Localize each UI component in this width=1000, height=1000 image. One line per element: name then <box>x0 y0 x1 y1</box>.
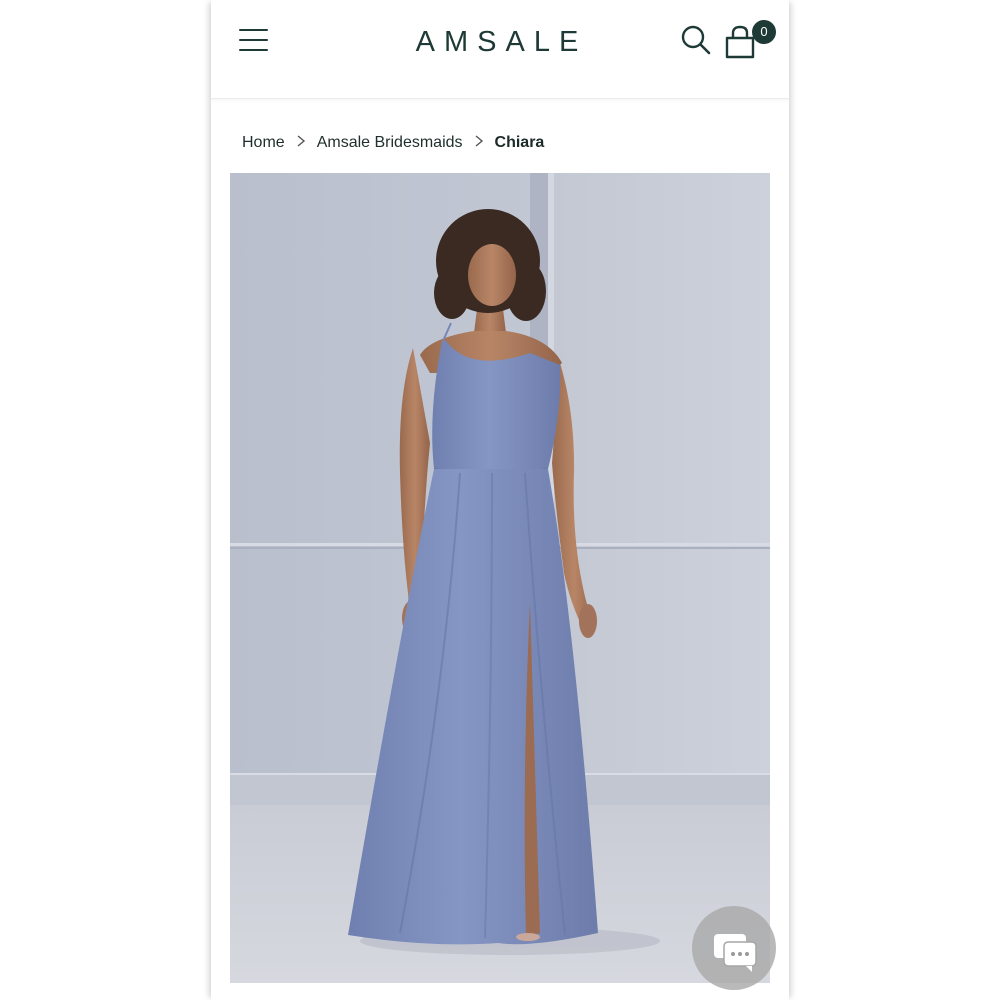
cart-button[interactable]: 0 <box>723 20 776 60</box>
breadcrumb-home[interactable]: Home <box>242 134 285 152</box>
chat-button[interactable] <box>692 906 776 990</box>
chat-bubbles-icon <box>714 934 757 972</box>
breadcrumb-current-chiara: Chiara <box>494 134 545 151</box>
search-icon[interactable] <box>680 24 712 56</box>
product-image[interactable] <box>230 173 770 983</box>
chevron-right-icon <box>290 134 312 153</box>
breadcrumb-amsale-bridesmaids[interactable]: Amsale Bridesmaids <box>317 134 463 152</box>
mobile-viewport: AMSALE 0 Home Amsale Bridesmaids Chiara <box>211 0 789 1000</box>
cart-count-badge: 0 <box>752 20 776 44</box>
hamburger-menu-icon[interactable] <box>239 27 269 53</box>
chevron-right-icon <box>468 134 490 153</box>
brand-logo[interactable]: AMSALE <box>409 24 594 60</box>
site-header: AMSALE 0 <box>211 0 789 99</box>
page: AMSALE 0 Home Amsale Bridesmaids Chiara <box>0 0 1000 1000</box>
breadcrumb: Home Amsale Bridesmaids Chiara <box>242 130 544 156</box>
model-in-one-shoulder-dusty-blue-gown <box>230 173 770 983</box>
